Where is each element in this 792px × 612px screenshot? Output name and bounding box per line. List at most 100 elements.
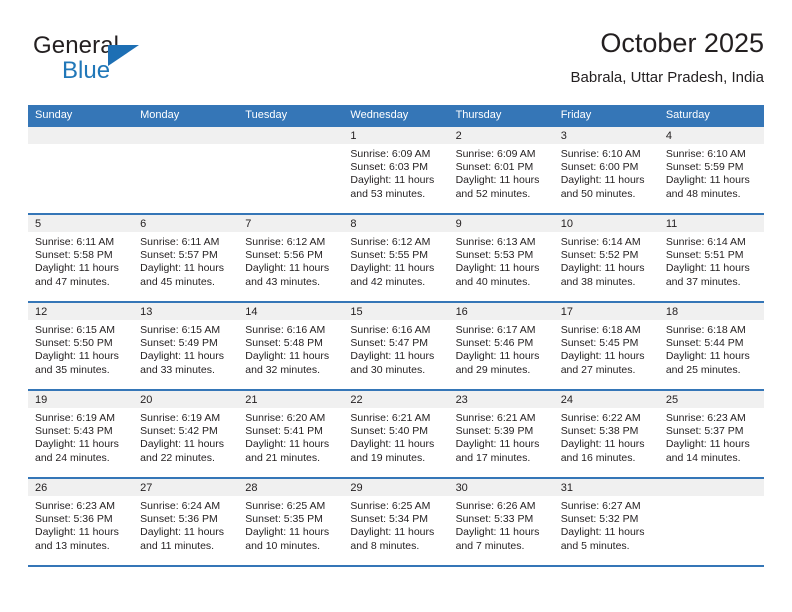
calendar-day-cell[interactable]: 24 Sunrise: 6:22 AM Sunset: 5:38 PM Dayligh… — [553, 389, 659, 478]
day-sun-details: Sunrise: 6:18 AM Sunset: 5:44 PM Daylight:… — [659, 320, 764, 377]
calendar-day-cell[interactable]: 22 Sunrise: 6:21 AM Sunset: 5:40 PM Dayligh… — [343, 389, 449, 478]
day-number: 2 — [448, 127, 554, 144]
sunrise-time: Sunrise: 6:24 AM — [140, 500, 221, 512]
daylight-duration-line1: Daylight: 11 hours — [140, 526, 224, 539]
sunrise-time: Sunrise: 6:25 AM — [245, 500, 326, 512]
day-number: 1 — [343, 127, 449, 144]
calendar-day-cell[interactable]: 25 Sunrise: 6:23 AM Sunset: 5:37 PM Dayligh… — [658, 389, 764, 478]
calendar-day-cell[interactable]: 23 Sunrise: 6:21 AM Sunset: 5:39 PM Dayligh… — [448, 389, 554, 478]
dow-header-monday: Monday — [133, 105, 239, 126]
calendar-day-cell[interactable]: 1 Sunrise: 6:09 AM Sunset: 6:03 PM Daylight… — [343, 125, 449, 214]
sunset-time: Sunset: 5:33 PM — [455, 513, 534, 526]
daylight-duration-line1: Daylight: 11 hours — [560, 438, 645, 451]
sunset-time: Sunset: 5:59 PM — [665, 161, 744, 174]
day-sun-details: Sunrise: 6:14 AM Sunset: 5:52 PM Daylight:… — [554, 232, 659, 289]
calendar-day-cell[interactable]: 10 Sunrise: 6:14 AM Sunset: 5:52 PM Dayligh… — [553, 213, 659, 302]
day-cell-inner: 4 Sunrise: 6:10 AM Sunset: 5:59 PM Daylight… — [658, 127, 764, 213]
day-number: 15 — [343, 303, 449, 320]
daylight-duration-line2: and 47 minutes. — [35, 275, 110, 288]
calendar-day-cell[interactable]: 3 Sunrise: 6:10 AM Sunset: 6:00 PM Daylight… — [553, 125, 659, 214]
calendar-day-cell[interactable]: 4 Sunrise: 6:10 AM Sunset: 5:59 PM Daylight… — [658, 125, 764, 214]
calendar-day-cell[interactable]: 6 Sunrise: 6:11 AM Sunset: 5:57 PM Daylight… — [133, 213, 239, 302]
sunset-time: Sunset: 5:34 PM — [350, 513, 429, 526]
calendar-day-cell[interactable]: 31 Sunrise: 6:27 AM Sunset: 5:32 PM Dayligh… — [553, 477, 659, 567]
sunset-time: Sunset: 5:52 PM — [560, 249, 639, 262]
sunset-time: Sunset: 5:40 PM — [350, 425, 429, 438]
sunset-time: Sunset: 5:50 PM — [35, 337, 113, 350]
sunrise-time: Sunrise: 6:15 AM — [140, 324, 221, 336]
calendar-day-cell[interactable]: 20 Sunrise: 6:19 AM Sunset: 5:42 PM Dayligh… — [133, 389, 239, 478]
daylight-duration-line1: Daylight: 11 hours — [665, 438, 750, 451]
sunset-time: Sunset: 5:41 PM — [245, 425, 323, 438]
day-sun-details: Sunrise: 6:12 AM Sunset: 5:56 PM Daylight:… — [238, 232, 343, 289]
calendar-day-cell[interactable]: 28 Sunrise: 6:25 AM Sunset: 5:35 PM Dayligh… — [238, 477, 344, 567]
calendar-day-cell[interactable]: 8 Sunrise: 6:12 AM Sunset: 5:55 PM Daylight… — [343, 213, 449, 302]
day-cell-inner: 6 Sunrise: 6:11 AM Sunset: 5:57 PM Daylight… — [133, 215, 239, 301]
calendar-day-cell[interactable]: 5 Sunrise: 6:11 AM Sunset: 5:58 PM Daylight… — [28, 213, 134, 302]
general-blue-logo[interactable]: General Blue — [33, 32, 213, 90]
daylight-duration-line1: Daylight: 11 hours — [140, 262, 224, 275]
day-sun-details: Sunrise: 6:09 AM Sunset: 6:01 PM Daylight:… — [449, 144, 554, 201]
calendar-day-cell[interactable]: 27 Sunrise: 6:24 AM Sunset: 5:36 PM Dayligh… — [133, 477, 239, 567]
daylight-duration-line2: and 27 minutes. — [560, 363, 636, 376]
calendar-day-cell[interactable]: 30 Sunrise: 6:26 AM Sunset: 5:33 PM Dayligh… — [448, 477, 554, 567]
sunrise-time: Sunrise: 6:15 AM — [35, 324, 115, 336]
daylight-duration-line1: Daylight: 11 hours — [455, 438, 540, 451]
day-cell-inner: 18 Sunrise: 6:18 AM Sunset: 5:44 PM Dayligh… — [658, 303, 764, 389]
day-number — [133, 127, 239, 144]
calendar-day-cell[interactable]: 14 Sunrise: 6:16 AM Sunset: 5:48 PM Dayligh… — [238, 301, 344, 390]
day-sun-details: Sunrise: 6:11 AM Sunset: 5:58 PM Daylight:… — [28, 232, 133, 289]
day-cell-inner: 3 Sunrise: 6:10 AM Sunset: 6:00 PM Daylight… — [553, 127, 659, 213]
day-sun-details — [28, 144, 133, 148]
calendar-day-cell[interactable]: 7 Sunrise: 6:12 AM Sunset: 5:56 PM Daylight… — [238, 213, 344, 302]
sunrise-time: Sunrise: 6:18 AM — [665, 324, 746, 336]
day-number: 31 — [553, 479, 659, 496]
calendar-day-cell[interactable]: 12 Sunrise: 6:15 AM Sunset: 5:50 PM Dayligh… — [28, 301, 134, 390]
sunset-time: Sunset: 5:39 PM — [455, 425, 534, 438]
sunset-time: Sunset: 5:36 PM — [140, 513, 218, 526]
daylight-duration-line2: and 45 minutes. — [140, 275, 215, 288]
day-number: 12 — [28, 303, 134, 320]
sunrise-time: Sunrise: 6:22 AM — [560, 412, 641, 424]
day-cell-inner — [133, 127, 239, 213]
calendar-day-cell[interactable]: 21 Sunrise: 6:20 AM Sunset: 5:41 PM Dayligh… — [238, 389, 344, 478]
day-number: 30 — [448, 479, 554, 496]
sunset-time: Sunset: 6:03 PM — [350, 161, 429, 174]
daylight-duration-line2: and 21 minutes. — [245, 451, 320, 464]
calendar-day-cell[interactable]: 2 Sunrise: 6:09 AM Sunset: 6:01 PM Daylight… — [448, 125, 554, 214]
sunset-time: Sunset: 5:32 PM — [560, 513, 639, 526]
daylight-duration-line2: and 37 minutes. — [665, 275, 741, 288]
calendar-day-cell[interactable]: 26 Sunrise: 6:23 AM Sunset: 5:36 PM Dayligh… — [28, 477, 134, 567]
day-number: 4 — [658, 127, 764, 144]
logo-flag-icon — [108, 45, 139, 66]
day-sun-details: Sunrise: 6:25 AM Sunset: 5:35 PM Daylight:… — [238, 496, 343, 553]
sunrise-time: Sunrise: 6:26 AM — [455, 500, 536, 512]
daylight-duration-line2: and 7 minutes. — [455, 539, 525, 552]
sunset-time: Sunset: 5:45 PM — [560, 337, 639, 350]
calendar-day-cell[interactable]: 13 Sunrise: 6:15 AM Sunset: 5:49 PM Dayligh… — [133, 301, 239, 390]
calendar-day-cell[interactable]: 9 Sunrise: 6:13 AM Sunset: 5:53 PM Daylight… — [448, 213, 554, 302]
calendar-day-cell[interactable]: 11 Sunrise: 6:14 AM Sunset: 5:51 PM Dayligh… — [658, 213, 764, 302]
sunset-time: Sunset: 5:44 PM — [665, 337, 744, 350]
sunset-time: Sunset: 6:00 PM — [560, 161, 639, 174]
daylight-duration-line1: Daylight: 11 hours — [350, 526, 435, 539]
calendar-day-cell[interactable]: 18 Sunrise: 6:18 AM Sunset: 5:44 PM Dayligh… — [658, 301, 764, 390]
calendar-week-row: 12 Sunrise: 6:15 AM Sunset: 5:50 PM Dayligh… — [28, 301, 764, 390]
daylight-duration-line2: and 48 minutes. — [665, 187, 741, 200]
daylight-duration-line2: and 52 minutes. — [455, 187, 531, 200]
calendar-week-row: 26 Sunrise: 6:23 AM Sunset: 5:36 PM Dayligh… — [28, 477, 764, 567]
calendar-day-cell[interactable]: 29 Sunrise: 6:25 AM Sunset: 5:34 PM Dayligh… — [343, 477, 449, 567]
daylight-duration-line1: Daylight: 11 hours — [350, 174, 435, 187]
day-number: 24 — [553, 391, 659, 408]
daylight-duration-line1: Daylight: 11 hours — [560, 262, 645, 275]
calendar-day-cell-empty — [238, 125, 344, 214]
sunrise-time: Sunrise: 6:23 AM — [665, 412, 746, 424]
day-cell-inner: 27 Sunrise: 6:24 AM Sunset: 5:36 PM Dayligh… — [133, 479, 239, 565]
calendar-day-cell[interactable]: 17 Sunrise: 6:18 AM Sunset: 5:45 PM Dayligh… — [553, 301, 659, 390]
calendar-day-cell[interactable]: 19 Sunrise: 6:19 AM Sunset: 5:43 PM Dayligh… — [28, 389, 134, 478]
daylight-duration-line1: Daylight: 11 hours — [245, 350, 330, 363]
daylight-duration-line1: Daylight: 11 hours — [665, 174, 750, 187]
day-sun-details: Sunrise: 6:25 AM Sunset: 5:34 PM Daylight:… — [343, 496, 448, 553]
calendar-day-cell[interactable]: 16 Sunrise: 6:17 AM Sunset: 5:46 PM Dayligh… — [448, 301, 554, 390]
calendar-day-cell[interactable]: 15 Sunrise: 6:16 AM Sunset: 5:47 PM Dayligh… — [343, 301, 449, 390]
